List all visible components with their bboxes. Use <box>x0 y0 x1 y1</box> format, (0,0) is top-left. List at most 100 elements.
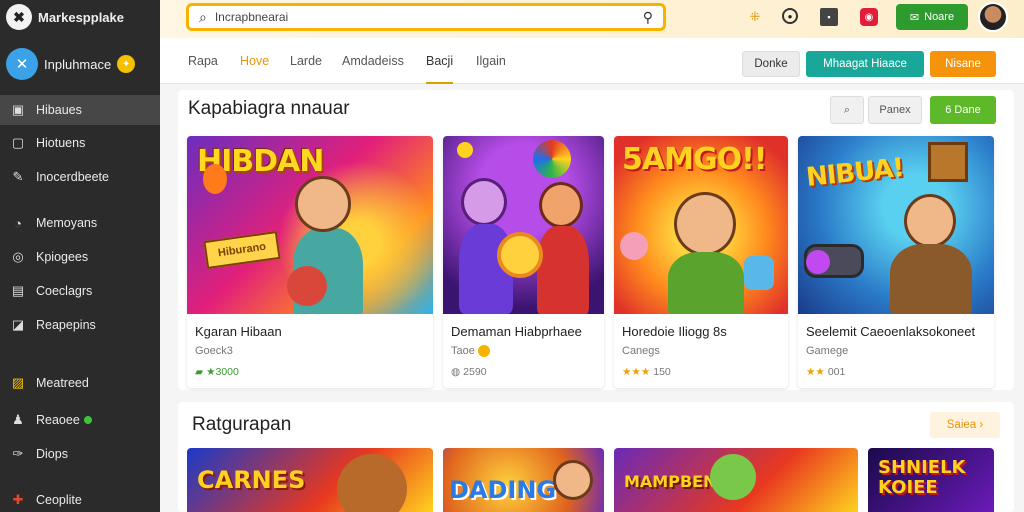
tab-5[interactable]: Ilgain <box>476 54 506 84</box>
user-avatar[interactable] <box>978 2 1008 32</box>
grid-icon[interactable]: ⁜ <box>746 8 764 26</box>
sidebar-item-9[interactable]: ✑ Diops <box>0 439 160 469</box>
game-card[interactable]: HIBDAN Hiburano Kgaran Hibaan Goeck3 ▰ ★… <box>187 136 433 388</box>
game-card-preview[interactable]: MAMPBEN <box>614 448 858 512</box>
sidebar-item-label: Reaoee <box>36 413 80 427</box>
tab-1[interactable]: Hove <box>240 54 269 84</box>
brand-logo-icon: ✖ <box>6 4 32 30</box>
game-thumbnail <box>443 136 604 314</box>
thumbnail-art-text: CARNES <box>197 466 306 494</box>
coin-icon <box>477 345 490 358</box>
header-button-3[interactable]: Nisane <box>930 51 996 77</box>
home-icon: ▣ <box>11 102 25 117</box>
sidebar-item-label: Coeclagrs <box>36 284 93 298</box>
sidebar-item-label: Hibaues <box>36 103 82 117</box>
star-rating-icon: ★★ <box>806 366 825 378</box>
card-title: Horedoie Iliogg 8s <box>622 324 727 339</box>
topbar-button[interactable]: ✉ Noare <box>896 4 968 30</box>
game-thumbnail: NIBUA! <box>798 136 994 314</box>
header-button-1[interactable]: Donke <box>742 51 800 77</box>
cart-icon: ▰ <box>195 366 204 378</box>
tab-2[interactable]: Larde <box>290 54 322 84</box>
thumbnail-sign: Hiburano <box>203 230 281 270</box>
game-card-preview[interactable]: SHNIELK KOIEE <box>868 448 994 512</box>
sidebar-item-8[interactable]: ♟ Reaoee <box>0 405 160 435</box>
thumbnail-art-text: 5AMGO!! <box>622 142 767 177</box>
thumbnail-art-text: NIBUA! <box>804 152 905 194</box>
section-action-button[interactable]: 6 Dane <box>930 96 996 124</box>
sidebar: ✖ Markespplake ✕ Inpluhmace ✦ ▣ Hibaues … <box>0 0 166 512</box>
search-input[interactable] <box>214 10 635 24</box>
card-title: Kgaran Hibaan <box>195 324 282 339</box>
target-icon: ◎ <box>12 249 24 264</box>
sidebar-item-2[interactable]: ✎ Inocerdbeete <box>0 162 160 192</box>
account[interactable]: ✕ Inpluhmace ✦ <box>6 48 136 80</box>
notification-icon[interactable]: ◉ <box>860 8 878 26</box>
thumbnail-art-text: DADING <box>449 476 557 504</box>
thumbnail-art-text: MAMPBEN <box>624 472 717 491</box>
sidebar-item-label: Diops <box>36 447 68 461</box>
game-card-preview[interactable]: CARNES <box>187 448 433 512</box>
top-bar: ⌕ ⚲ ⁜ ● ▪ ◉ ✉ Noare <box>160 0 1024 38</box>
tabs-bar: Rapa Hove Larde Amdadeiss Bacji Ilgain D… <box>160 38 1024 84</box>
plus-icon: ✚ <box>12 492 24 507</box>
header-button-2[interactable]: Mhaagat Hiaace <box>806 51 924 77</box>
sidebar-item-label: Kpiogees <box>36 250 89 264</box>
main-content: Rapa Hove Larde Amdadeiss Bacji Ilgain D… <box>160 38 1024 512</box>
card-meta: ★★ 001 <box>806 366 846 378</box>
tab-0[interactable]: Rapa <box>188 54 218 84</box>
sidebar-item-6[interactable]: ◪ Reapepins <box>0 310 160 340</box>
card-subtitle: Taoe <box>451 345 490 358</box>
eye-icon: ◍ <box>451 366 461 378</box>
game-card-preview[interactable]: DADING <box>443 448 604 512</box>
card-title: Demaman Hiabprhaee <box>451 324 582 339</box>
filter-search-button[interactable]: ⌕ <box>830 96 864 124</box>
account-avatar: ✕ <box>6 48 38 80</box>
sidebar-item-label: Inocerdbeete <box>36 170 109 184</box>
card-subtitle: Gamege <box>806 345 849 357</box>
sidebar-item-0[interactable]: ▣ Hibaues <box>0 95 166 125</box>
search-box[interactable]: ⌕ ⚲ <box>186 3 666 31</box>
game-card[interactable]: 5AMGO!! Horedoie Iliogg 8s Canegs ★★★ 15… <box>614 136 788 388</box>
account-name: Inpluhmace <box>44 56 112 72</box>
list-icon: ▤ <box>11 283 25 298</box>
wallet-icon[interactable]: ▪ <box>820 8 838 26</box>
sidebar-item-10[interactable]: ✚ Ceoplite <box>0 485 160 512</box>
chat-icon: ✉ <box>909 11 920 24</box>
card-meta: ▰ ★3000 <box>195 366 239 378</box>
sidebar-item-label: Memoyans <box>36 216 98 230</box>
account-badge: ✦ <box>117 55 136 73</box>
sidebar-item-label: Ceoplite <box>36 493 82 507</box>
game-card[interactable]: Demaman Hiabprhaee Taoe ◍ 2590 <box>443 136 604 388</box>
card-meta: ★★★ 150 <box>622 366 671 378</box>
box-icon: ▨ <box>11 375 25 390</box>
card-subtitle: Canegs <box>622 345 660 357</box>
sidebar-item-3[interactable]: ◔ Memoyans <box>0 208 160 238</box>
shield-icon: ◪ <box>11 317 25 332</box>
search-icon: ⌕ <box>843 103 851 116</box>
pen-icon: ✎ <box>12 169 24 184</box>
sidebar-item-1[interactable]: ▢ Hiotuens <box>0 128 160 158</box>
section-title: Ratgurapan <box>192 414 292 435</box>
card-title: Seelemit Caeoenlaksokoneet <box>806 324 976 339</box>
sort-select[interactable]: Panex <box>868 96 922 124</box>
game-thumbnail: HIBDAN Hiburano <box>187 136 433 314</box>
game-thumbnail: 5AMGO!! <box>614 136 788 314</box>
online-dot-icon <box>83 416 92 424</box>
tab-4[interactable]: Bacji <box>426 54 454 84</box>
section-title: Kapabiagra nnauar <box>188 98 350 119</box>
tab-3[interactable]: Amdadeiss <box>342 54 404 84</box>
game-card[interactable]: NIBUA! Seelemit Caeoenlaksokoneet Gamege… <box>798 136 994 388</box>
sidebar-item-5[interactable]: ▤ Coeclagrs <box>0 276 160 306</box>
sidebar-item-7[interactable]: ▨ Meatreed <box>0 368 160 398</box>
sidebar-item-label: Hiotuens <box>36 136 86 150</box>
sidebar-item-label: Reapepins <box>36 318 96 332</box>
user-icon: ♟ <box>12 412 24 427</box>
brand-name: Markespplake <box>38 9 124 25</box>
star-rating-icon: ★★★ <box>622 366 651 378</box>
see-all-button[interactable]: Saiea › <box>930 412 1000 438</box>
compass-icon[interactable]: ● <box>782 8 798 24</box>
sidebar-item-4[interactable]: ◎ Kpiogees <box>0 242 160 272</box>
search-submit-icon[interactable]: ⚲ <box>643 9 653 26</box>
brand[interactable]: ✖ Markespplake <box>6 4 124 30</box>
